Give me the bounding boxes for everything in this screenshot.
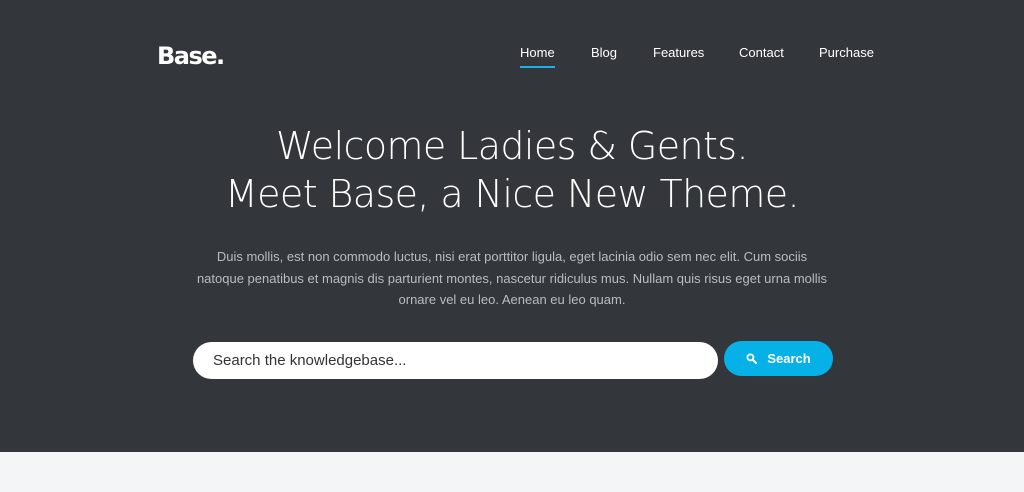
brand-logo[interactable]: Base. [157, 40, 225, 72]
hero-headline: Welcome Ladies & Gents. Meet Base, a Nic… [0, 122, 1024, 218]
active-nav-indicator [520, 66, 555, 68]
search-input[interactable] [193, 342, 718, 379]
nav-item-label: Purchase [819, 45, 874, 60]
nav-item-contact[interactable]: Contact [739, 45, 784, 61]
nav-item-label: Blog [591, 45, 618, 60]
nav-item-label: Home [520, 45, 555, 60]
nav-item-purchase[interactable]: Purchase [819, 45, 874, 61]
nav-item-blog[interactable]: Blog [591, 45, 617, 61]
nav-item-label: Contact [739, 45, 784, 60]
nav-item-label: Features [653, 45, 705, 60]
search-button-label: Search [767, 351, 811, 366]
search-icon [746, 353, 758, 364]
hero-lead-text: Duis mollis, est non commodo luctus, nis… [196, 249, 828, 307]
hero-section: Base. Home Blog Features Contact Purchas… [0, 0, 1024, 452]
nav-item-home[interactable]: Home [520, 45, 555, 68]
content-section [0, 452, 1024, 492]
hero-headline-line-2: Meet Base, a Nice New Theme. [224, 172, 800, 216]
search-button[interactable]: Search [724, 341, 833, 376]
nav-item-features[interactable]: Features [653, 45, 704, 61]
hero-headline-line-1: Welcome Ladies & Gents. [276, 124, 748, 168]
